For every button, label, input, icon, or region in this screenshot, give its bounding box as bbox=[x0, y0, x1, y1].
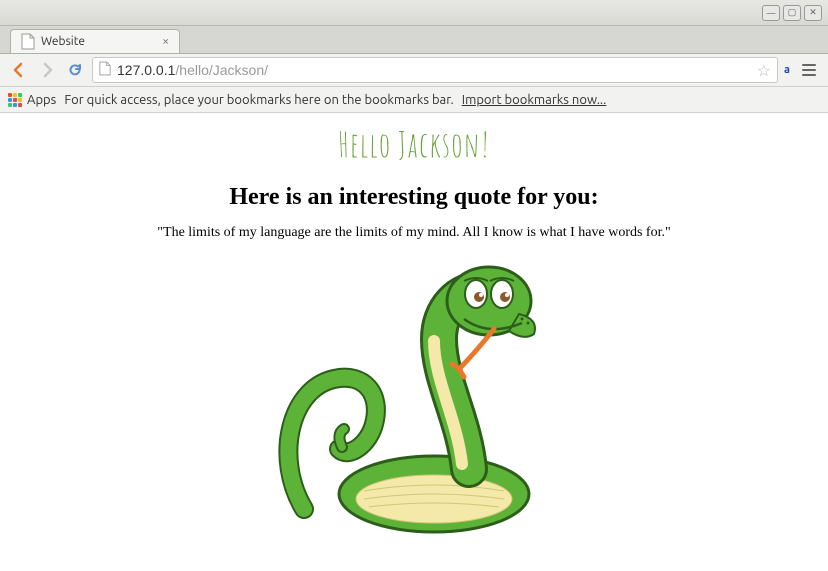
page-icon bbox=[21, 33, 35, 50]
apps-icon bbox=[8, 93, 22, 107]
maximize-button[interactable]: ▢ bbox=[783, 5, 801, 21]
tab-title: Website bbox=[41, 35, 156, 48]
bookmarks-hint: For quick access, place your bookmarks h… bbox=[64, 93, 453, 107]
forward-button[interactable] bbox=[36, 59, 58, 81]
bookmarks-bar: Apps For quick access, place your bookma… bbox=[0, 87, 828, 113]
address-bar[interactable]: 127.0.0.1/hello/Jackson/ ☆ bbox=[92, 57, 778, 83]
window-titlebar: — ▢ ✕ bbox=[0, 0, 828, 26]
minimize-button[interactable]: — bbox=[762, 5, 780, 21]
close-tab-icon[interactable]: × bbox=[162, 35, 169, 48]
page-icon bbox=[99, 61, 111, 79]
bookmark-star-icon[interactable]: ☆ bbox=[757, 61, 771, 80]
profile-badge[interactable]: a bbox=[784, 64, 790, 76]
browser-tab[interactable]: Website × bbox=[10, 29, 180, 53]
url-text: 127.0.0.1/hello/Jackson/ bbox=[117, 62, 751, 78]
import-bookmarks-link[interactable]: Import bookmarks now... bbox=[462, 93, 607, 107]
close-window-button[interactable]: ✕ bbox=[804, 5, 822, 21]
page-image bbox=[0, 259, 828, 539]
browser-toolbar: 127.0.0.1/hello/Jackson/ ☆ a bbox=[0, 54, 828, 87]
tab-strip: Website × bbox=[0, 26, 828, 54]
page-subheading: Here is an interesting quote for you: bbox=[0, 184, 828, 211]
page-viewport: Hello Jackson! Here is an interesting qu… bbox=[0, 113, 828, 571]
apps-label: Apps bbox=[27, 93, 56, 107]
back-button[interactable] bbox=[8, 59, 30, 81]
url-path: /hello/Jackson/ bbox=[175, 62, 268, 78]
menu-button[interactable] bbox=[798, 64, 820, 76]
reload-button[interactable] bbox=[64, 59, 86, 81]
url-host: 127.0.0.1 bbox=[117, 62, 175, 78]
page-quote: "The limits of my language are the limit… bbox=[0, 225, 828, 241]
apps-button[interactable]: Apps bbox=[8, 93, 56, 107]
page-heading: Hello Jackson! bbox=[0, 123, 828, 166]
